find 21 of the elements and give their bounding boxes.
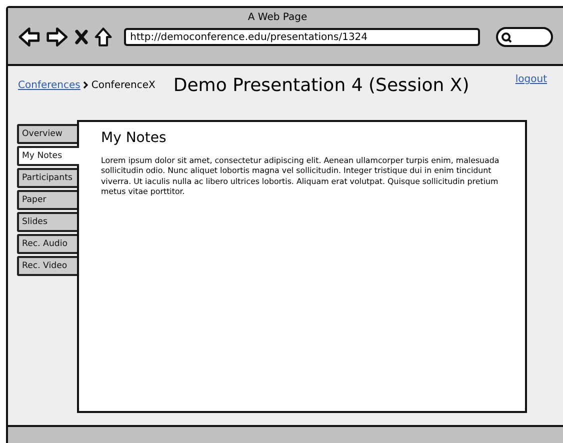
- forward-icon[interactable]: [46, 26, 69, 48]
- breadcrumb-current: ConferenceX: [91, 80, 156, 90]
- home-icon[interactable]: [94, 26, 112, 48]
- tab[interactable]: Slides: [17, 212, 77, 232]
- tab[interactable]: Participants: [17, 168, 77, 188]
- panel-heading: My Notes: [101, 130, 168, 146]
- window-title: A Web Page: [246, 12, 308, 23]
- tab[interactable]: Rec. Audio: [17, 234, 77, 254]
- breadcrumb-link[interactable]: Conferences: [18, 80, 80, 90]
- logout-link[interactable]: logout: [515, 74, 547, 85]
- tab[interactable]: My Notes: [17, 146, 79, 166]
- search-icon: [500, 32, 512, 42]
- chevron-icon: [83, 81, 88, 89]
- back-icon[interactable]: [18, 26, 40, 48]
- page-title: Demo Presentation 4 (Session X): [173, 74, 470, 96]
- tab[interactable]: Paper: [17, 190, 77, 210]
- tab[interactable]: Rec. Video: [17, 256, 77, 276]
- search-field[interactable]: [496, 27, 553, 47]
- tab[interactable]: Overview: [17, 124, 77, 144]
- address-field[interactable]: http://democonference.edu/presentations/1324: [124, 28, 480, 46]
- close-icon[interactable]: [74, 29, 88, 45]
